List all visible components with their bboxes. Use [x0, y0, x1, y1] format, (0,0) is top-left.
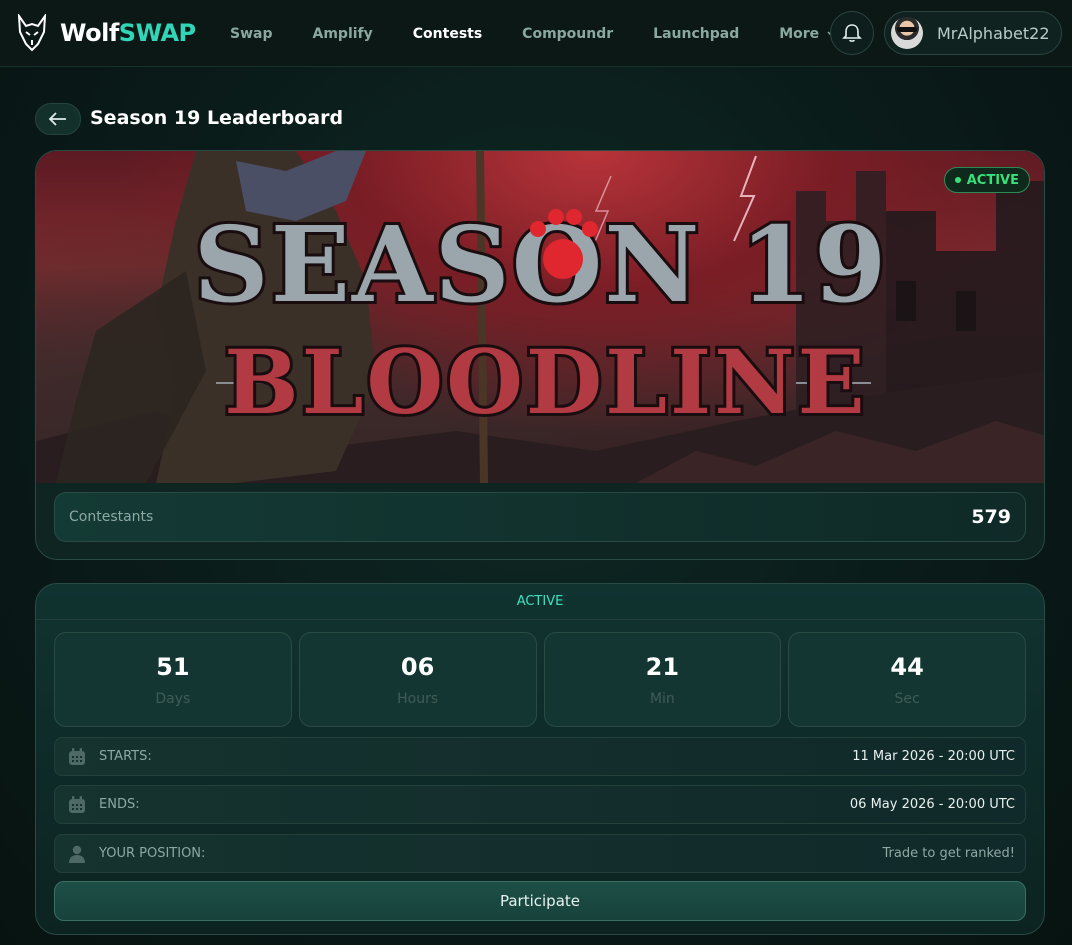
countdown-hours-label: Hours: [397, 691, 439, 707]
ends-value: 06 May 2026 - 20:00 UTC: [849, 797, 1015, 812]
countdown-hours-value: 06: [400, 653, 435, 681]
timer-status: ACTIVE: [36, 584, 1044, 620]
countdown: 51 Days 06 Hours 21 Min 44 Sec: [54, 632, 1026, 727]
calendar-icon: [69, 747, 85, 765]
starts-value: 11 Mar 2026 - 20:00 UTC: [852, 749, 1015, 764]
contestants-label: Contestants: [69, 509, 154, 525]
banner-headline: SEASON 19: [194, 203, 889, 326]
logo-text-accent: SWAP: [118, 19, 196, 47]
participate-button[interactable]: Participate: [54, 881, 1026, 921]
countdown-minutes-value: 21: [645, 653, 680, 681]
banner-artwork: SEASON 19 BLOODLINE: [36, 151, 1044, 483]
countdown-hours: 06 Hours: [298, 632, 537, 727]
position-value: Trade to get ranked!: [882, 846, 1015, 861]
logo-text-main: Wolf: [60, 19, 119, 47]
nav-amplify[interactable]: Amplify: [313, 26, 373, 42]
contestants-value: 579: [971, 506, 1011, 528]
status-dot: [954, 177, 961, 183]
nav-more[interactable]: More: [779, 26, 837, 42]
username: MrAlphabet22: [937, 23, 1050, 43]
logo-text: WolfSWAP: [60, 19, 196, 47]
banner-subtitle: BLOODLINE: [224, 330, 867, 434]
nav-more-label: More: [779, 25, 820, 42]
countdown-seconds: 44 Sec: [788, 632, 1026, 727]
back-button[interactable]: [35, 103, 81, 135]
position-label: YOUR POSITION:: [99, 846, 206, 861]
nav-swap[interactable]: Swap: [230, 26, 273, 42]
countdown-days: 51 Days: [54, 632, 292, 727]
ends-row: ENDS: 06 May 2026 - 20:00 UTC: [54, 785, 1026, 824]
starts-label: STARTS:: [99, 749, 152, 764]
nav-launchpad[interactable]: Launchpad: [653, 26, 739, 42]
countdown-seconds-value: 44: [890, 653, 924, 681]
countdown-seconds-label: Sec: [894, 691, 920, 707]
contest-banner-image: SEASON 19 BLOODLINE ACTIVE: [36, 151, 1044, 483]
countdown-minutes: 21 Min: [543, 632, 782, 727]
calendar-icon: [69, 795, 85, 813]
arrow-left-icon: [48, 112, 66, 126]
wolf-logo-icon: [17, 14, 47, 52]
contestants-stat: Contestants 579: [54, 492, 1026, 542]
bell-icon: [842, 24, 862, 42]
contest-timer-card: ACTIVE 51 Days 06 Hours 21 Min 44 Sec ST…: [35, 583, 1045, 935]
countdown-minutes-label: Min: [649, 691, 675, 707]
status-badge-label: ACTIVE: [966, 172, 1019, 188]
notifications-button[interactable]: [830, 11, 874, 55]
countdown-days-value: 51: [156, 653, 190, 681]
ends-label: ENDS:: [99, 797, 140, 812]
nav-contests[interactable]: Contests: [413, 26, 482, 42]
top-navbar: WolfSWAP Swap Amplify Contests Compoundr…: [0, 0, 1072, 67]
page-title: Season 19 Leaderboard: [90, 107, 344, 129]
status-badge: ACTIVE: [943, 167, 1030, 193]
contest-banner-card: SEASON 19 BLOODLINE ACTIVE Contestants 5…: [35, 150, 1045, 560]
user-menu-button[interactable]: MrAlphabet22: [884, 11, 1062, 55]
avatar: [891, 17, 923, 49]
logo[interactable]: WolfSWAP: [16, 14, 196, 52]
user-icon: [69, 845, 85, 863]
starts-row: STARTS: 11 Mar 2026 - 20:00 UTC: [54, 737, 1026, 776]
nav-links: Swap Amplify Contests Compoundr Launchpa…: [230, 0, 877, 67]
countdown-days-label: Days: [155, 691, 191, 707]
nav-compoundr[interactable]: Compoundr: [522, 26, 613, 42]
position-row: YOUR POSITION: Trade to get ranked!: [54, 834, 1026, 873]
